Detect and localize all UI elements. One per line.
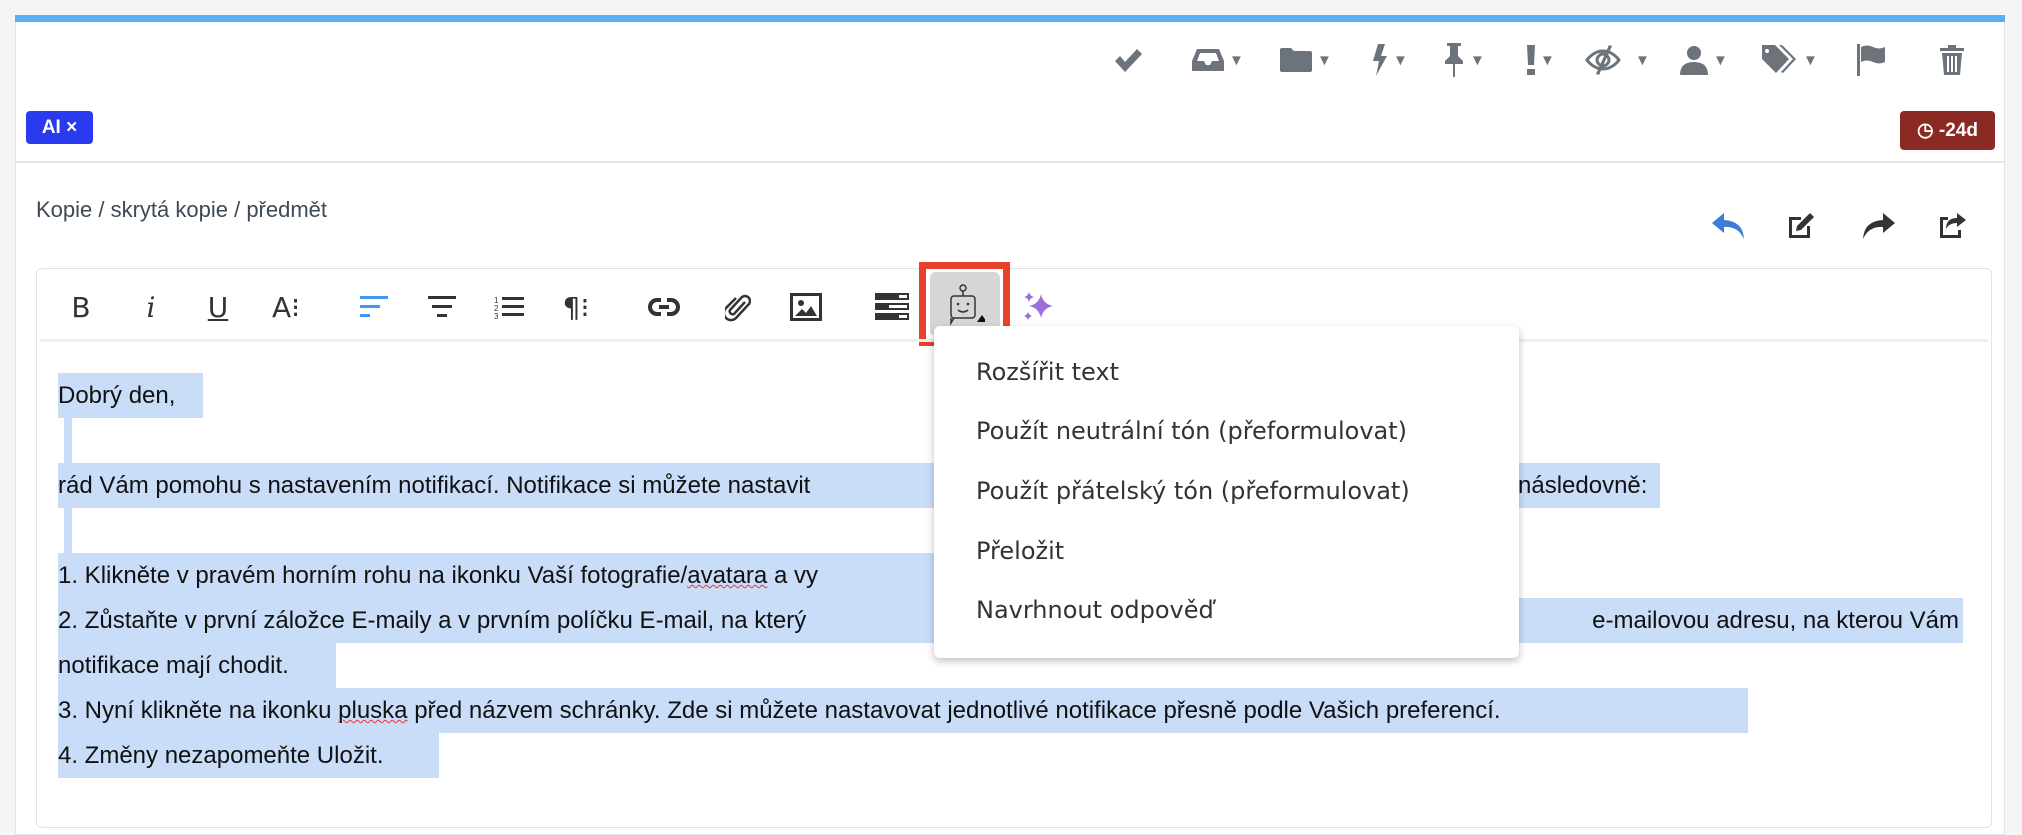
underline-button[interactable]: U — [198, 288, 238, 326]
menu-item-neutral-tone[interactable]: Použít neutrální tón (přeformulovat) — [976, 417, 1407, 445]
ai-actions-menu: Rozšířit text Použít neutrální tón (přef… — [934, 326, 1519, 658]
align-center-icon[interactable] — [422, 288, 462, 326]
pin-icon — [1445, 43, 1463, 77]
due-date-badge: ◷ -24d — [1900, 111, 1995, 150]
font-style-button[interactable]: A⁝ — [266, 288, 306, 326]
bolt-dropdown[interactable]: ▼ — [1372, 42, 1408, 78]
empty-line — [64, 418, 72, 463]
bolt-icon — [1373, 44, 1387, 76]
forward-icon[interactable] — [1861, 208, 1897, 244]
visibility-dropdown[interactable]: ▼ — [1585, 42, 1650, 78]
text-line: notifikace mají chodit. — [58, 643, 336, 688]
align-left-icon[interactable] — [354, 288, 394, 326]
menu-item-friendly-tone[interactable]: Použít přátelský tón (přeformulovat) — [976, 477, 1410, 505]
chevron-down-icon: ▼ — [1803, 51, 1818, 69]
svg-text:3: 3 — [494, 312, 499, 319]
tags-icon — [1762, 45, 1796, 73]
inbox-icon — [1192, 49, 1224, 71]
exclamation-icon — [1527, 45, 1535, 75]
text-segment: a vy — [767, 562, 818, 589]
ai-filter-badge[interactable]: AI × — [26, 111, 93, 144]
text-segment: 3. Nyní klikněte na ikonku — [58, 697, 339, 724]
text-segment: rád Vám pomohu s nastavením notifikací. … — [58, 472, 811, 499]
paragraph-button[interactable]: ¶⁝ — [556, 288, 596, 326]
top-accent-bar — [15, 15, 2005, 22]
text-segment: 1. Klikněte v pravém horním rohu na ikon… — [58, 562, 688, 589]
bold-button[interactable]: B — [61, 288, 101, 326]
italic-button[interactable]: i — [131, 288, 171, 326]
text-line: 3. Nyní klikněte na ikonku pluska před n… — [58, 688, 1748, 733]
image-icon[interactable] — [786, 288, 826, 326]
chevron-down-icon: ▼ — [1713, 51, 1728, 69]
chevron-down-icon: ▼ — [1635, 51, 1650, 69]
text-segment: e-mailovou adresu, na kterou Vám — [1592, 607, 1959, 634]
chevron-down-icon: ▼ — [1317, 51, 1332, 69]
flag-icon[interactable] — [1853, 42, 1889, 78]
misspelled-word[interactable]: pluska — [338, 697, 407, 724]
link-icon[interactable] — [644, 288, 684, 326]
divider — [15, 161, 2005, 163]
text-line: 1. Klikněte v pravém horním rohu na ikon… — [58, 553, 1058, 598]
chevron-down-icon: ▼ — [1540, 51, 1555, 69]
cc-bcc-subject-link[interactable]: Kopie / skrytá kopie / předmět — [36, 197, 327, 223]
sparkle-icon[interactable] — [1018, 288, 1058, 326]
tags-dropdown[interactable]: ▼ — [1762, 42, 1818, 78]
share-icon[interactable] — [1934, 208, 1970, 244]
priority-dropdown[interactable]: ▼ — [1527, 42, 1555, 78]
check-icon[interactable] — [1110, 42, 1146, 78]
attachment-icon[interactable] — [718, 288, 758, 326]
empty-line — [64, 508, 72, 553]
edit-icon[interactable] — [1783, 208, 1819, 244]
folder-dropdown[interactable]: ▼ — [1280, 42, 1332, 78]
trash-icon[interactable] — [1936, 42, 1968, 78]
user-icon — [1680, 46, 1708, 75]
menu-item-expand-text[interactable]: Rozšířit text — [976, 358, 1119, 386]
menu-item-translate[interactable]: Přeložit — [976, 537, 1064, 565]
chevron-down-icon: ▼ — [1393, 51, 1408, 69]
pin-dropdown[interactable]: ▼ — [1443, 42, 1485, 78]
chevron-down-icon: ▼ — [1229, 51, 1244, 69]
menu-item-suggest-reply[interactable]: Navrhnout odpověď — [976, 596, 1214, 624]
text-segment: následovně: — [1518, 472, 1648, 499]
folder-icon — [1280, 48, 1312, 72]
text-segment: před názvem schránky. Zde si můžete nast… — [407, 697, 1501, 724]
reply-icon[interactable] — [1710, 208, 1746, 244]
text-segment: 2. Zůstaňte v první záložce E-maily a v … — [58, 607, 807, 634]
chevron-down-icon: ▼ — [1470, 51, 1485, 69]
text-line: Dobrý den, — [58, 373, 203, 418]
text-line: 4. Změny nezapomeňte Uložit. — [58, 733, 439, 778]
assign-user-dropdown[interactable]: ▼ — [1680, 42, 1728, 78]
template-blocks-icon[interactable] — [872, 288, 912, 326]
inbox-dropdown[interactable]: ▼ — [1192, 42, 1244, 78]
misspelled-word[interactable]: avatara — [687, 562, 767, 589]
ordered-list-icon[interactable]: 123 — [489, 288, 529, 326]
eye-slash-icon — [1585, 45, 1621, 75]
